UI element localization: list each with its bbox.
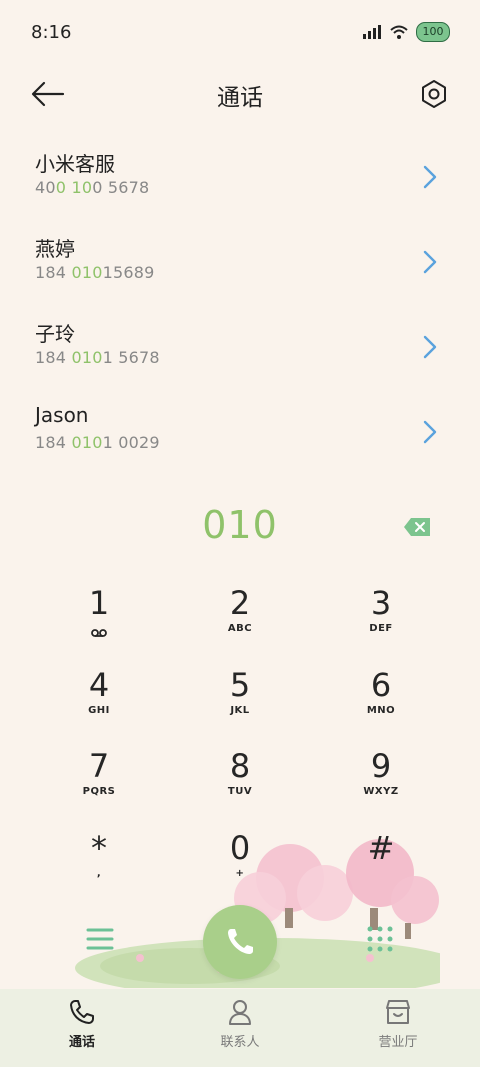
key-9[interactable]: 9 WXYZ — [311, 746, 451, 824]
nav-label: 通话 — [68, 1035, 95, 1050]
call-button[interactable] — [203, 905, 277, 979]
status-icons: 100 — [362, 22, 450, 42]
signal-icon — [363, 25, 381, 39]
nav-tab-store[interactable]: 营业厅 — [338, 997, 458, 1050]
nav-tab-contacts[interactable]: 联系人 — [180, 997, 300, 1050]
key-0[interactable]: 0 + — [170, 828, 310, 906]
key-5[interactable]: 5 JKL — [170, 665, 310, 743]
contact-item[interactable]: Jason 184 0101 0029 — [0, 393, 480, 478]
key-6[interactable]: 6 MNO — [311, 665, 451, 743]
contact-list: 小米客服 400 100 5678 燕婷 184 01015689 子玲 184… — [0, 138, 480, 478]
voicemail-icon — [91, 629, 107, 637]
contact-name: 子玲 — [35, 322, 75, 346]
settings-hexagon-icon[interactable] — [418, 78, 450, 110]
key-2[interactable]: 2 ABC — [170, 583, 310, 661]
contact-name: Jason — [35, 403, 89, 427]
backspace-icon[interactable] — [402, 516, 432, 538]
key-3[interactable]: 3 DEF — [311, 583, 451, 661]
contact-name: 小米客服 — [35, 152, 115, 176]
key-4[interactable]: 4 GHI — [29, 665, 169, 743]
contact-item[interactable]: 子玲 184 0101 5678 — [0, 308, 480, 393]
nav-tab-calls[interactable]: 通话 — [22, 997, 142, 1050]
key-7[interactable]: 7 PQRS — [29, 746, 169, 824]
nav-label: 营业厅 — [378, 1035, 418, 1050]
contact-number: 184 0101 5678 — [35, 348, 160, 367]
contact-item[interactable]: 小米客服 400 100 5678 — [0, 138, 480, 223]
person-icon — [229, 1000, 251, 1025]
contact-name: 燕婷 — [35, 237, 75, 261]
key-hash[interactable]: # — [311, 828, 451, 906]
key-1[interactable]: 1 — [29, 583, 169, 661]
phone-icon — [228, 929, 253, 954]
chevron-right-icon[interactable] — [420, 163, 440, 191]
wifi-icon — [390, 25, 408, 39]
status-time: 8:16 — [31, 22, 72, 43]
chevron-right-icon[interactable] — [420, 248, 440, 276]
keypad-grid-icon[interactable] — [366, 925, 394, 953]
battery-indicator: 100 — [416, 22, 450, 42]
store-icon — [386, 1000, 410, 1024]
key-star[interactable]: * , — [29, 828, 169, 906]
menu-lines-icon[interactable] — [86, 925, 114, 953]
bottom-navigation: 通话 联系人 营业厅 — [0, 989, 480, 1067]
page-title: 通话 — [217, 85, 263, 111]
chevron-right-icon[interactable] — [420, 418, 440, 446]
chevron-right-icon[interactable] — [420, 333, 440, 361]
nav-label: 联系人 — [220, 1035, 260, 1050]
phone-icon — [70, 1000, 94, 1024]
header: 通话 — [0, 68, 480, 122]
contact-number: 184 0101 0029 — [35, 433, 160, 452]
contact-number: 184 01015689 — [35, 263, 155, 282]
contact-item[interactable]: 燕婷 184 01015689 — [0, 223, 480, 308]
contact-number: 400 100 5678 — [35, 178, 150, 197]
status-bar: 8:16 100 — [0, 0, 480, 68]
key-8[interactable]: 8 TUV — [170, 746, 310, 824]
